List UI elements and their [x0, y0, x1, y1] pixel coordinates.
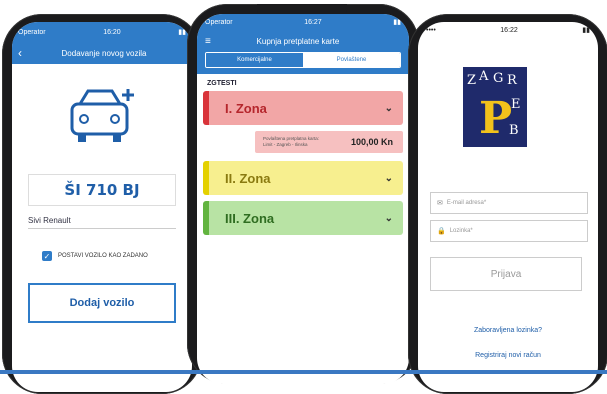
nav-bar: ≡ Kupnja pretplatne karte [197, 30, 409, 52]
email-placeholder: E-mail adresa* [446, 200, 487, 206]
vehicle-name-field[interactable]: Sivi Renault [28, 212, 176, 229]
segmented-control: Komercijalne Povlaštene [197, 52, 409, 74]
forgot-password-link[interactable]: Zaboravljena lozinka? [418, 327, 598, 334]
time-label: 16:20 [103, 28, 121, 36]
license-plate[interactable]: ŠI 710 BJ [28, 174, 176, 206]
logo-letter-r: R [507, 73, 517, 88]
status-bar: Operator 16:20 ▮▮ [12, 22, 192, 42]
car-add-icon [70, 89, 134, 142]
carrier-label: Operator [18, 28, 46, 36]
login-button[interactable]: Prijava [430, 257, 582, 291]
register-link[interactable]: Registriraj novi račun [418, 352, 598, 359]
chevron-down-icon: ⌄ [384, 212, 393, 224]
email-field[interactable]: ✉ E-mail adresa* [430, 192, 588, 214]
password-placeholder: Lozinka* [449, 228, 473, 234]
checkbox-icon[interactable]: ✓ [42, 251, 52, 261]
note-line-2: Limit - Zagreb - Ilinska [263, 142, 308, 147]
time-label: 16:22 [500, 26, 518, 34]
lock-icon: 🔒 [437, 228, 446, 235]
price-label: 100,00 Kn [350, 137, 393, 147]
signal-icon: •••• [426, 26, 436, 34]
logo-letter-p: P [479, 93, 513, 144]
status-bar: •••• 16:22 ▮▮ [418, 22, 598, 38]
zone-2-row[interactable]: II. Zona ⌄ [203, 161, 403, 195]
logo-letter-g: G [493, 71, 504, 86]
tab-commercial[interactable]: Komercijalne [206, 53, 303, 67]
screen-buy-pass: Operator 16:27 ▮▮ ≡ Kupnja pretplatne ka… [197, 14, 409, 384]
zone-1-row[interactable]: I. Zona ⌄ [203, 91, 403, 125]
zone-label: I. Zona [225, 100, 267, 116]
time-label: 16:27 [304, 18, 322, 26]
screen-add-vehicle: Operator 16:20 ▮▮ ‹ Dodavanje novog vozi… [12, 22, 192, 392]
zagreb-parking-logo: Z A G R E B P [463, 67, 527, 147]
battery-icon: ▮▮ [178, 29, 186, 36]
battery-icon: ▮▮ [393, 19, 401, 26]
chevron-down-icon: ⌄ [384, 102, 393, 114]
car-illustration [12, 64, 192, 164]
logo-letter-a: A [479, 69, 489, 84]
status-bar: Operator 16:27 ▮▮ [197, 14, 409, 30]
phone-middle: Operator 16:27 ▮▮ ≡ Kupnja pretplatne ka… [187, 4, 419, 384]
page-title: Kupnja pretplatne karte [256, 36, 340, 46]
phone-left: Operator 16:20 ▮▮ ‹ Dodavanje novog vozi… [2, 14, 202, 394]
nav-bar: ‹ Dodavanje novog vozila [12, 42, 192, 64]
tab-discounted[interactable]: Povlaštene [303, 53, 400, 67]
logo-letter-z: Z [467, 73, 477, 88]
battery-icon: ▮▮ [582, 27, 590, 34]
zone-label: II. Zona [225, 170, 271, 186]
section-header: ZGTESTI [207, 80, 237, 87]
checkbox-label: POSTAVI VOZILO KAO ZADANO [58, 253, 148, 259]
carrier-label: Operator [205, 18, 233, 26]
default-vehicle-checkbox-row[interactable]: ✓ POSTAVI VOZILO KAO ZADANO [42, 251, 176, 261]
phone-right: •••• 16:22 ▮▮ Z A G R E B P ✉ E-mail adr… [408, 14, 607, 394]
chevron-down-icon: ⌄ [384, 172, 393, 184]
page-title: Dodavanje novog vozila [61, 48, 147, 58]
add-vehicle-button[interactable]: Dodaj vozilo [28, 283, 176, 323]
bottom-accent-bar [0, 370, 607, 374]
zone-1-note: Povlaštena pretplatna karta: Limit - Zag… [255, 131, 403, 153]
zone-label: III. Zona [225, 210, 275, 226]
mail-icon: ✉ [437, 200, 443, 207]
password-field[interactable]: 🔒 Lozinka* [430, 220, 588, 242]
zone-3-row[interactable]: III. Zona ⌄ [203, 201, 403, 235]
logo-letter-e: E [511, 97, 521, 112]
screen-login: •••• 16:22 ▮▮ Z A G R E B P ✉ E-mail adr… [418, 22, 598, 392]
